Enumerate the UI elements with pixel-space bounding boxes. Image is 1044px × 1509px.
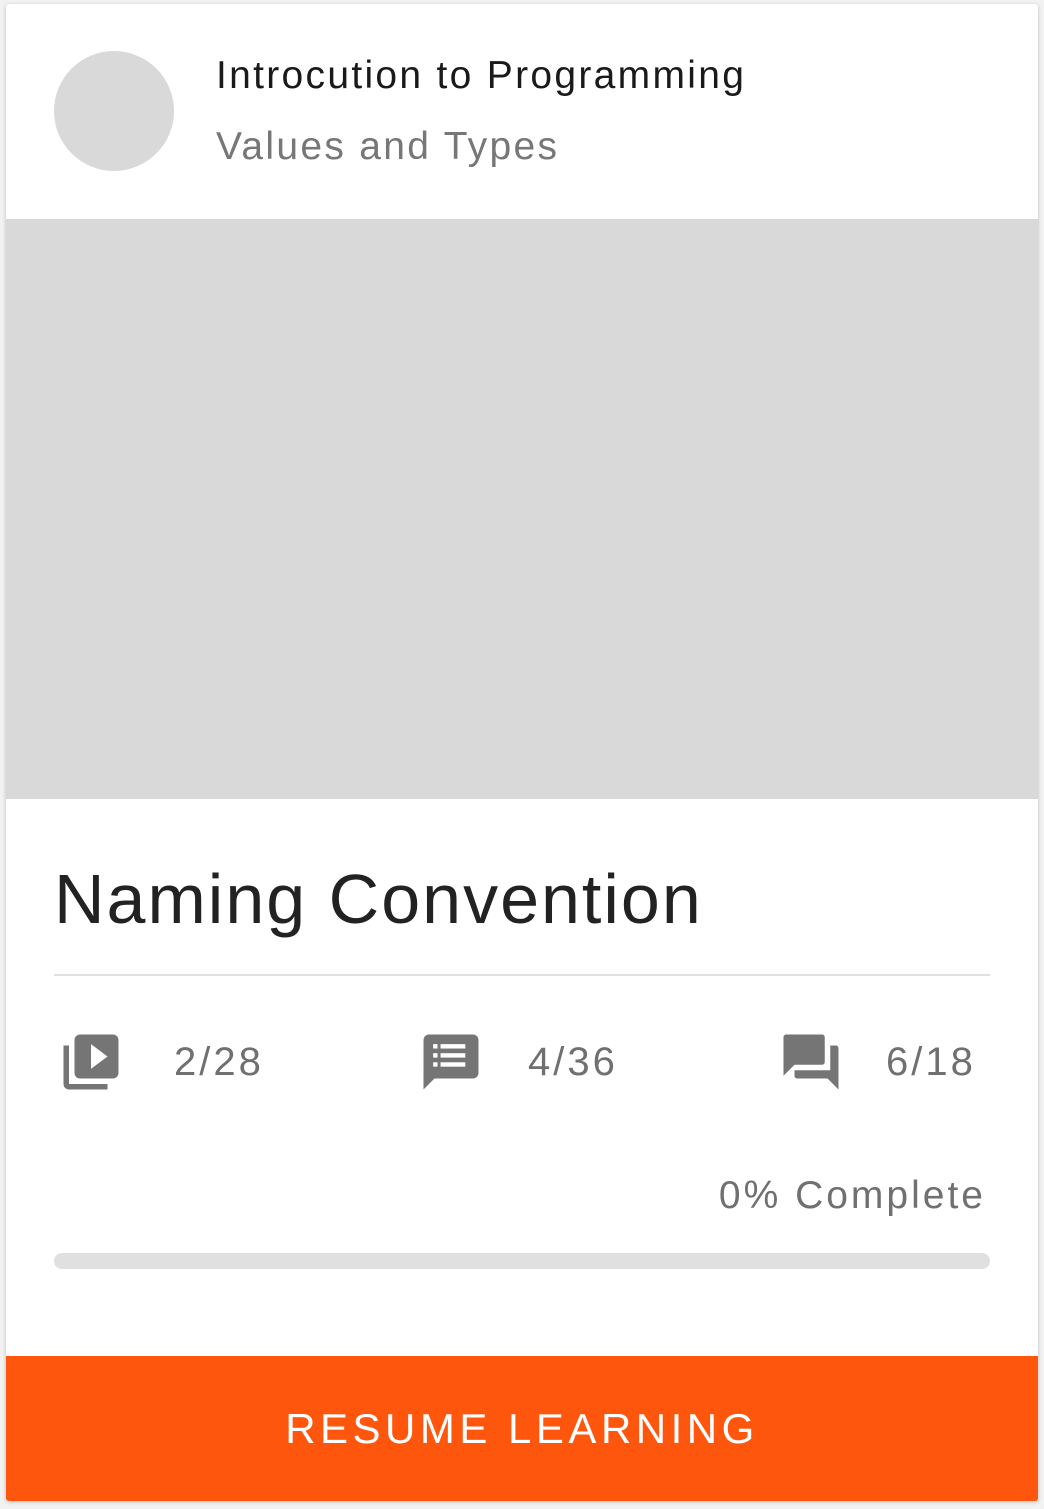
list-message-icon [423,1034,479,1090]
forum-icon [783,1034,839,1090]
progress-bar [54,1253,990,1269]
course-title: Introcution to Programming [216,54,747,97]
progress-label: 0% Complete [718,1174,986,1217]
videos-count: 2/28 [174,1040,264,1084]
course-subtitle: Values and Types [216,125,560,168]
videos-stat: 2/28 [58,1029,288,1095]
course-card: Introcution to Programming Values and Ty… [6,4,1038,1501]
resume-learning-button[interactable]: RESUME LEARNING [6,1356,1038,1501]
questions-stat: 6/18 [778,1029,1008,1095]
notes-count: 4/36 [528,1040,618,1084]
avatar [54,51,174,171]
card-header: Introcution to Programming Values and Ty… [6,4,1038,219]
questions-count: 6/18 [886,1040,976,1084]
divider [54,974,990,976]
lesson-title: Naming Convention [54,860,703,938]
notes-stat: 4/36 [418,1029,648,1095]
video-library-icon [63,1034,119,1090]
lesson-image-placeholder [6,219,1038,799]
